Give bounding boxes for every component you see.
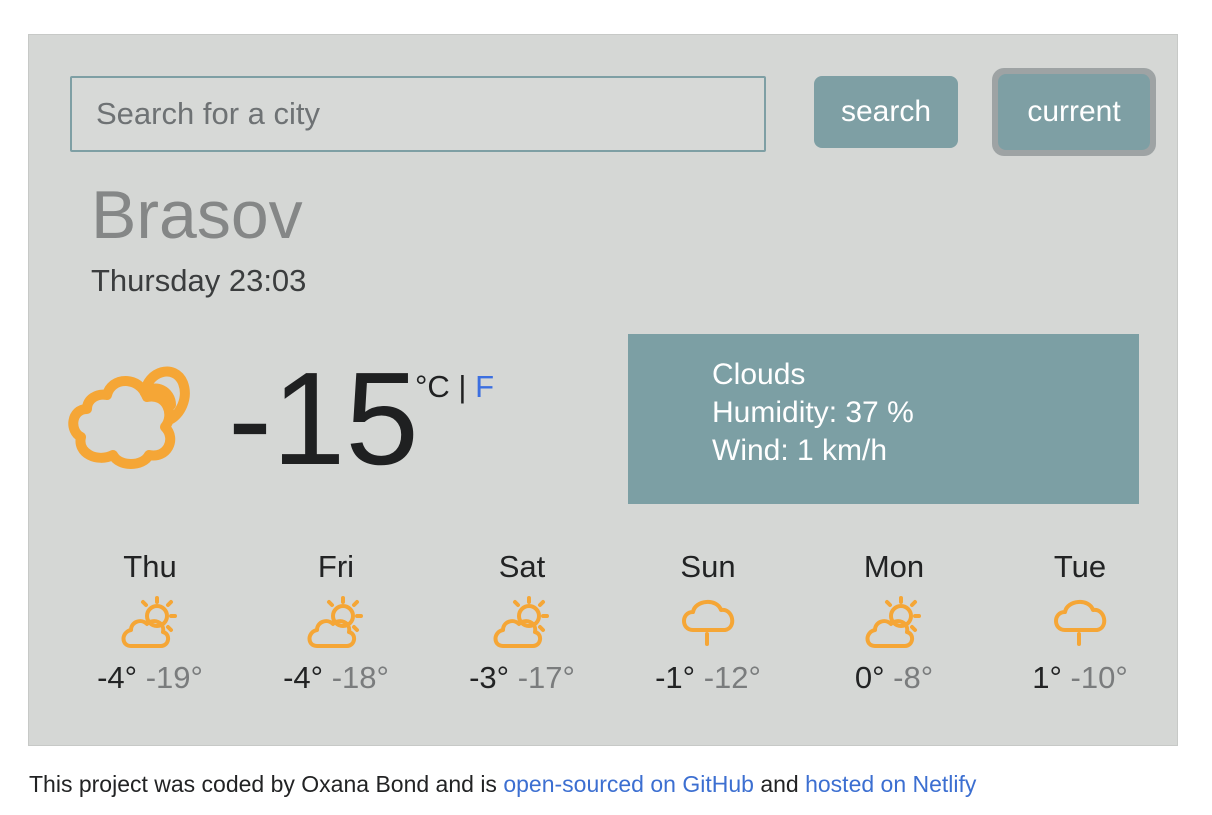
forecast-max: -4° [97,660,138,695]
cloud-rain-icon [1054,600,1107,646]
forecast-day-name: Mon [863,549,925,584]
forecast-day: Tue 1° -10° [987,551,1173,693]
partly-sunny-icon [865,596,921,648]
netlify-link[interactable]: hosted on Netlify [805,771,976,797]
forecast-day: Sat -3° -17° [429,551,615,693]
forecast-min: -10° [1070,660,1128,695]
unit-celsius: °C [415,369,450,404]
footer: This project was coded by Oxana Bond and… [29,773,976,796]
forecast-min: -8° [893,660,934,695]
unit-separator: | [458,369,467,404]
forecast-max: 0° [854,660,885,695]
forecast-max: -1° [655,660,696,695]
forecast-temps: -4° -18° [243,662,429,693]
forecast-day-name: Sun [680,549,736,584]
forecast-min: -12° [703,660,761,695]
github-link[interactable]: open-sourced on GitHub [503,771,754,797]
forecast-max: 1° [1032,660,1062,695]
forecast-temps: 0° -8° [801,662,987,693]
forecast-max: -3° [469,660,510,695]
unit-fahrenheit-link[interactable]: F [475,369,494,404]
forecast-min: -19° [145,660,203,695]
forecast-row: Thu -4° -19° Fri -4° -18° Sat -3° -17° S… [57,551,1169,711]
forecast-day-name: Fri [317,549,355,584]
forecast-temps: 1° -10° [987,662,1173,693]
humidity: Humidity: 37 % [712,396,914,429]
footer-text-middle: and [753,771,806,797]
wind: Wind: 1 km/h [712,434,888,467]
weather-description: Clouds [712,358,806,391]
forecast-temps: -3° -17° [429,662,615,693]
cloud-sun-icon [68,366,190,469]
search-input[interactable] [70,76,766,152]
forecast-day: Fri -4° -18° [243,551,429,693]
forecast-max: -4° [283,660,324,695]
current-location-button[interactable]: current [998,74,1150,150]
forecast-day-name: Tue [1053,549,1107,584]
forecast-temps: -1° -12° [615,662,801,693]
forecast-day: Sun -1° -12° [615,551,801,693]
weather-app: search current Brasov Thursday 23:03 -15… [28,34,1178,746]
current-button-focus-ring: current [992,68,1156,156]
forecast-temps: -4° -19° [57,662,243,693]
forecast-day-name: Sat [498,549,546,584]
forecast-day: Thu -4° -19° [57,551,243,693]
current-temperature: -15 [228,345,419,492]
forecast-min: -17° [517,660,575,695]
unit-toggle: °C | F [415,371,494,402]
weather-details-panel: Clouds Humidity: 37 % Wind: 1 km/h [628,334,1139,504]
partly-sunny-icon [307,596,363,648]
partly-sunny-icon [493,596,549,648]
cloud-rain-icon [682,600,735,646]
forecast-min: -18° [331,660,389,695]
search-button[interactable]: search [814,76,958,148]
forecast-day-name: Thu [123,549,177,584]
date-time: Thursday 23:03 [91,263,307,298]
forecast-day: Mon 0° -8° [801,551,987,693]
footer-text: This project was coded by Oxana Bond and… [29,771,504,797]
city-name: Brasov [91,177,303,253]
partly-sunny-icon [121,596,177,648]
